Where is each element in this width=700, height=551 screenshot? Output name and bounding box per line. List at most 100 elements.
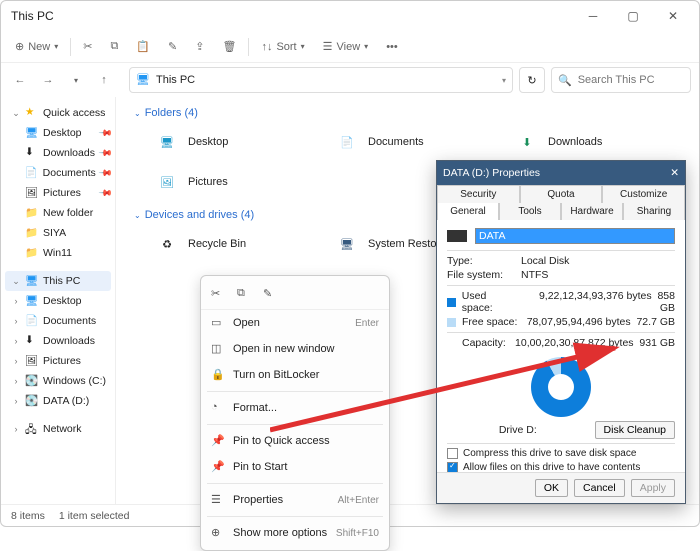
paste-button[interactable]: 📋 bbox=[130, 35, 156, 59]
ctx-pin-start[interactable]: 📌Pin to Start bbox=[201, 454, 389, 480]
back-button[interactable]: ← bbox=[9, 69, 31, 91]
drive-recyclebin[interactable]: ♻Recycle Bin bbox=[154, 227, 304, 261]
folder-pictures[interactable]: 🖼Pictures bbox=[154, 165, 304, 199]
disk-cleanup-button[interactable]: Disk Cleanup bbox=[595, 421, 675, 439]
titlebar: This PC ─ ▢ ✕ bbox=[1, 1, 699, 31]
navigation-bar: ← → ▾ ↑ 🖥 This PC ▾ ↻ 🔍 bbox=[1, 63, 699, 97]
recent-button[interactable]: ▾ bbox=[65, 69, 87, 91]
format-icon: ◔ bbox=[211, 401, 225, 415]
close-icon[interactable]: ✕ bbox=[670, 167, 679, 179]
up-button[interactable]: ↑ bbox=[93, 69, 115, 91]
copy-icon[interactable]: ⧉ bbox=[237, 287, 253, 303]
ctx-properties[interactable]: ☰PropertiesAlt+Enter bbox=[201, 487, 389, 513]
sidebar-item-pc-pictures[interactable]: ›🖼Pictures bbox=[5, 351, 111, 371]
apply-button[interactable]: Apply bbox=[631, 479, 675, 497]
sidebar-item-pc-documents[interactable]: ›📄Documents bbox=[5, 311, 111, 331]
item-count: 8 items bbox=[11, 510, 45, 522]
ctx-open[interactable]: ▭OpenEnter bbox=[201, 310, 389, 336]
cut-button[interactable]: ✂ bbox=[77, 35, 98, 59]
documents-icon: 📄 bbox=[334, 129, 360, 155]
sidebar-item-pc-downloads[interactable]: ›⬇Downloads bbox=[5, 331, 111, 351]
folder-downloads[interactable]: ⬇Downloads bbox=[514, 125, 664, 159]
cut-icon[interactable]: ✂ bbox=[211, 287, 227, 303]
cancel-button[interactable]: Cancel bbox=[574, 479, 625, 497]
search-box[interactable]: 🔍 bbox=[551, 67, 691, 93]
compress-checkbox[interactable]: Compress this drive to save disk space bbox=[447, 448, 675, 459]
lock-icon: 🔒 bbox=[211, 368, 225, 382]
refresh-button[interactable]: ↻ bbox=[519, 67, 545, 93]
new-button[interactable]: ⊕ New ▾ bbox=[9, 35, 64, 59]
rename-icon[interactable]: ✎ bbox=[263, 287, 279, 303]
folder-icon: 📁 bbox=[25, 206, 39, 220]
window-icon: ◫ bbox=[211, 342, 225, 356]
more-button[interactable]: ••• bbox=[380, 35, 404, 59]
ctx-format[interactable]: ◔Format... bbox=[201, 395, 389, 421]
maximize-button[interactable]: ▢ bbox=[613, 2, 653, 30]
sidebar-item-pictures[interactable]: 🖼Pictures📌 bbox=[5, 183, 111, 203]
pictures-icon: 🖼 bbox=[25, 186, 39, 200]
address-bar[interactable]: 🖥 This PC ▾ bbox=[129, 67, 513, 93]
navigation-pane: ⌄★ Quick access 🖥Desktop📌 ⬇Downloads📌 📄D… bbox=[1, 97, 116, 504]
tab-tools[interactable]: Tools bbox=[499, 203, 561, 220]
prop-titlebar: DATA (D:) Properties ✕ bbox=[437, 161, 685, 185]
view-icon: ☰ bbox=[323, 40, 333, 53]
tab-security[interactable]: Security bbox=[437, 185, 520, 203]
open-icon: ▭ bbox=[211, 316, 225, 330]
sidebar-item-quickaccess[interactable]: ⌄★ Quick access bbox=[5, 103, 111, 123]
sidebar-item-downloads[interactable]: ⬇Downloads📌 bbox=[5, 143, 111, 163]
ctx-bitlocker[interactable]: 🔒Turn on BitLocker bbox=[201, 362, 389, 388]
more-icon: ⊕ bbox=[211, 526, 225, 540]
trash-icon: 🗑 bbox=[222, 40, 236, 53]
minimize-button[interactable]: ─ bbox=[573, 2, 613, 30]
forward-button[interactable]: → bbox=[37, 69, 59, 91]
view-button[interactable]: ☰ View ▾ bbox=[317, 35, 375, 59]
sidebar-item-pc-desktop[interactable]: ›🖥Desktop bbox=[5, 291, 111, 311]
sort-button[interactable]: ↑↓ Sort ▾ bbox=[255, 35, 310, 59]
prop-title: DATA (D:) Properties bbox=[443, 167, 540, 179]
restore-icon: 🖥 bbox=[334, 231, 360, 257]
breadcrumb[interactable]: This PC bbox=[156, 74, 195, 86]
folder-desktop[interactable]: 🖥Desktop bbox=[154, 125, 304, 159]
sidebar-item-win11[interactable]: 📁Win11 bbox=[5, 243, 111, 263]
group-folders[interactable]: ⌄Folders (4) bbox=[134, 107, 691, 119]
copy-button[interactable]: ⧉ bbox=[104, 35, 124, 59]
desktop-icon: 🖥 bbox=[25, 294, 39, 308]
pin-icon: 📌 bbox=[98, 145, 114, 161]
sidebar-item-network[interactable]: ›🖧Network bbox=[5, 419, 111, 439]
close-button[interactable]: ✕ bbox=[653, 2, 693, 30]
sidebar-item-pc-c[interactable]: ›💽Windows (C:) bbox=[5, 371, 111, 391]
tab-customize[interactable]: Customize bbox=[602, 185, 685, 203]
ok-button[interactable]: OK bbox=[535, 479, 568, 497]
pin-icon: 📌 bbox=[98, 165, 114, 181]
rename-button[interactable]: ✎ bbox=[162, 35, 183, 59]
tab-quota[interactable]: Quota bbox=[520, 185, 603, 203]
tab-sharing[interactable]: Sharing bbox=[623, 203, 685, 220]
sidebar-item-siya[interactable]: 📁SIYA bbox=[5, 223, 111, 243]
search-input[interactable] bbox=[578, 74, 684, 86]
downloads-icon: ⬇ bbox=[25, 146, 39, 160]
pc-icon: 🖥 bbox=[25, 274, 39, 288]
folder-icon: 📁 bbox=[25, 226, 39, 240]
recycle-icon: ♻ bbox=[154, 231, 180, 257]
scissors-icon: ✂ bbox=[83, 40, 92, 53]
selected-count: 1 item selected bbox=[59, 510, 130, 522]
folder-documents[interactable]: 📄Documents bbox=[334, 125, 484, 159]
network-icon: 🖧 bbox=[25, 422, 39, 436]
sidebar-item-desktop[interactable]: 🖥Desktop📌 bbox=[5, 123, 111, 143]
folder-icon: 📁 bbox=[25, 246, 39, 260]
share-button[interactable]: ⇪ bbox=[189, 35, 210, 59]
tab-general[interactable]: General bbox=[437, 203, 499, 220]
sidebar-item-newfolder[interactable]: 📁New folder bbox=[5, 203, 111, 223]
drive-name-input[interactable] bbox=[475, 228, 675, 244]
tab-hardware[interactable]: Hardware bbox=[561, 203, 623, 220]
ctx-pin-qa[interactable]: 📌Pin to Quick access bbox=[201, 428, 389, 454]
ctx-more[interactable]: ⊕Show more optionsShift+F10 bbox=[201, 520, 389, 546]
context-menu: ✂ ⧉ ✎ ▭OpenEnter ◫Open in new window 🔒Tu… bbox=[200, 275, 390, 551]
desktop-icon: 🖥 bbox=[154, 129, 180, 155]
sidebar-item-pc-d[interactable]: ›💽DATA (D:) bbox=[5, 391, 111, 411]
delete-button[interactable]: 🗑 bbox=[216, 35, 242, 59]
sidebar-item-thispc[interactable]: ⌄🖥This PC bbox=[5, 271, 111, 291]
pin-icon: 📌 bbox=[211, 460, 225, 474]
ctx-open-new[interactable]: ◫Open in new window bbox=[201, 336, 389, 362]
sidebar-item-documents[interactable]: 📄Documents📌 bbox=[5, 163, 111, 183]
